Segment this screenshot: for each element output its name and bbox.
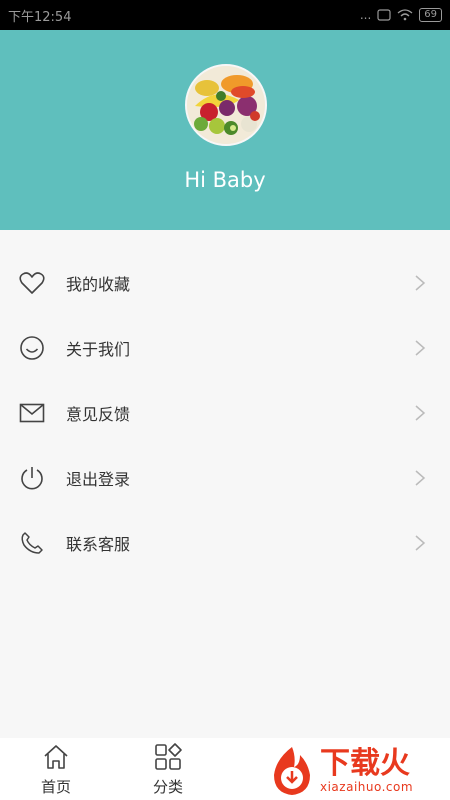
tab-category[interactable]: 分类 [112,738,224,800]
status-time: 下午12:54 [8,9,72,25]
power-icon [18,464,46,492]
tab-label: 分类 [152,777,183,796]
menu-label: 退出登录 [66,469,131,489]
greeting-text: Hi Baby [184,168,266,192]
sim-icon [377,9,391,21]
menu-label: 意见反馈 [66,404,131,424]
flame-logo-icon [274,747,310,795]
category-grid-icon [155,742,182,770]
watermark-cn: 下载火 [320,746,410,781]
status-bar: 下午12:54 ... 69 [0,0,450,30]
menu-label: 我的收藏 [66,274,131,294]
watermark-en: xiazaihuo.com [320,780,414,794]
signal-dots: ... [359,8,372,22]
battery-icon: 69 [419,8,442,22]
menu-label: 关于我们 [66,339,131,359]
chevron-right-icon [415,534,426,551]
menu-item-favorites[interactable]: 我的收藏 [0,250,450,315]
watermark: 下载火 xiazaihuo.com [264,742,450,800]
phone-icon [18,529,46,557]
smiley-icon [18,334,46,362]
wifi-icon [397,9,413,21]
heart-icon [18,269,46,297]
chevron-right-icon [415,404,426,421]
profile-header: Hi Baby [0,30,450,230]
chevron-right-icon [415,469,426,486]
tab-label: 首页 [40,777,71,796]
settings-menu: 我的收藏 关于我们 意见反馈 退出登录 联系客服 [0,250,450,575]
tab-home[interactable]: 首页 [0,738,112,800]
fruit-vegetable-avatar [187,66,265,144]
avatar[interactable] [185,64,267,146]
chevron-right-icon [415,339,426,356]
menu-item-feedback[interactable]: 意见反馈 [0,380,450,445]
menu-item-customer-service[interactable]: 联系客服 [0,510,450,575]
chevron-right-icon [415,274,426,291]
menu-label: 联系客服 [66,534,131,554]
status-icons: ... 69 [360,8,442,22]
watermark-text: 下载火 xiazaihuo.com [320,746,414,795]
envelope-icon [18,399,46,427]
menu-item-about-us[interactable]: 关于我们 [0,315,450,380]
home-icon [44,744,68,769]
menu-item-logout[interactable]: 退出登录 [0,445,450,510]
